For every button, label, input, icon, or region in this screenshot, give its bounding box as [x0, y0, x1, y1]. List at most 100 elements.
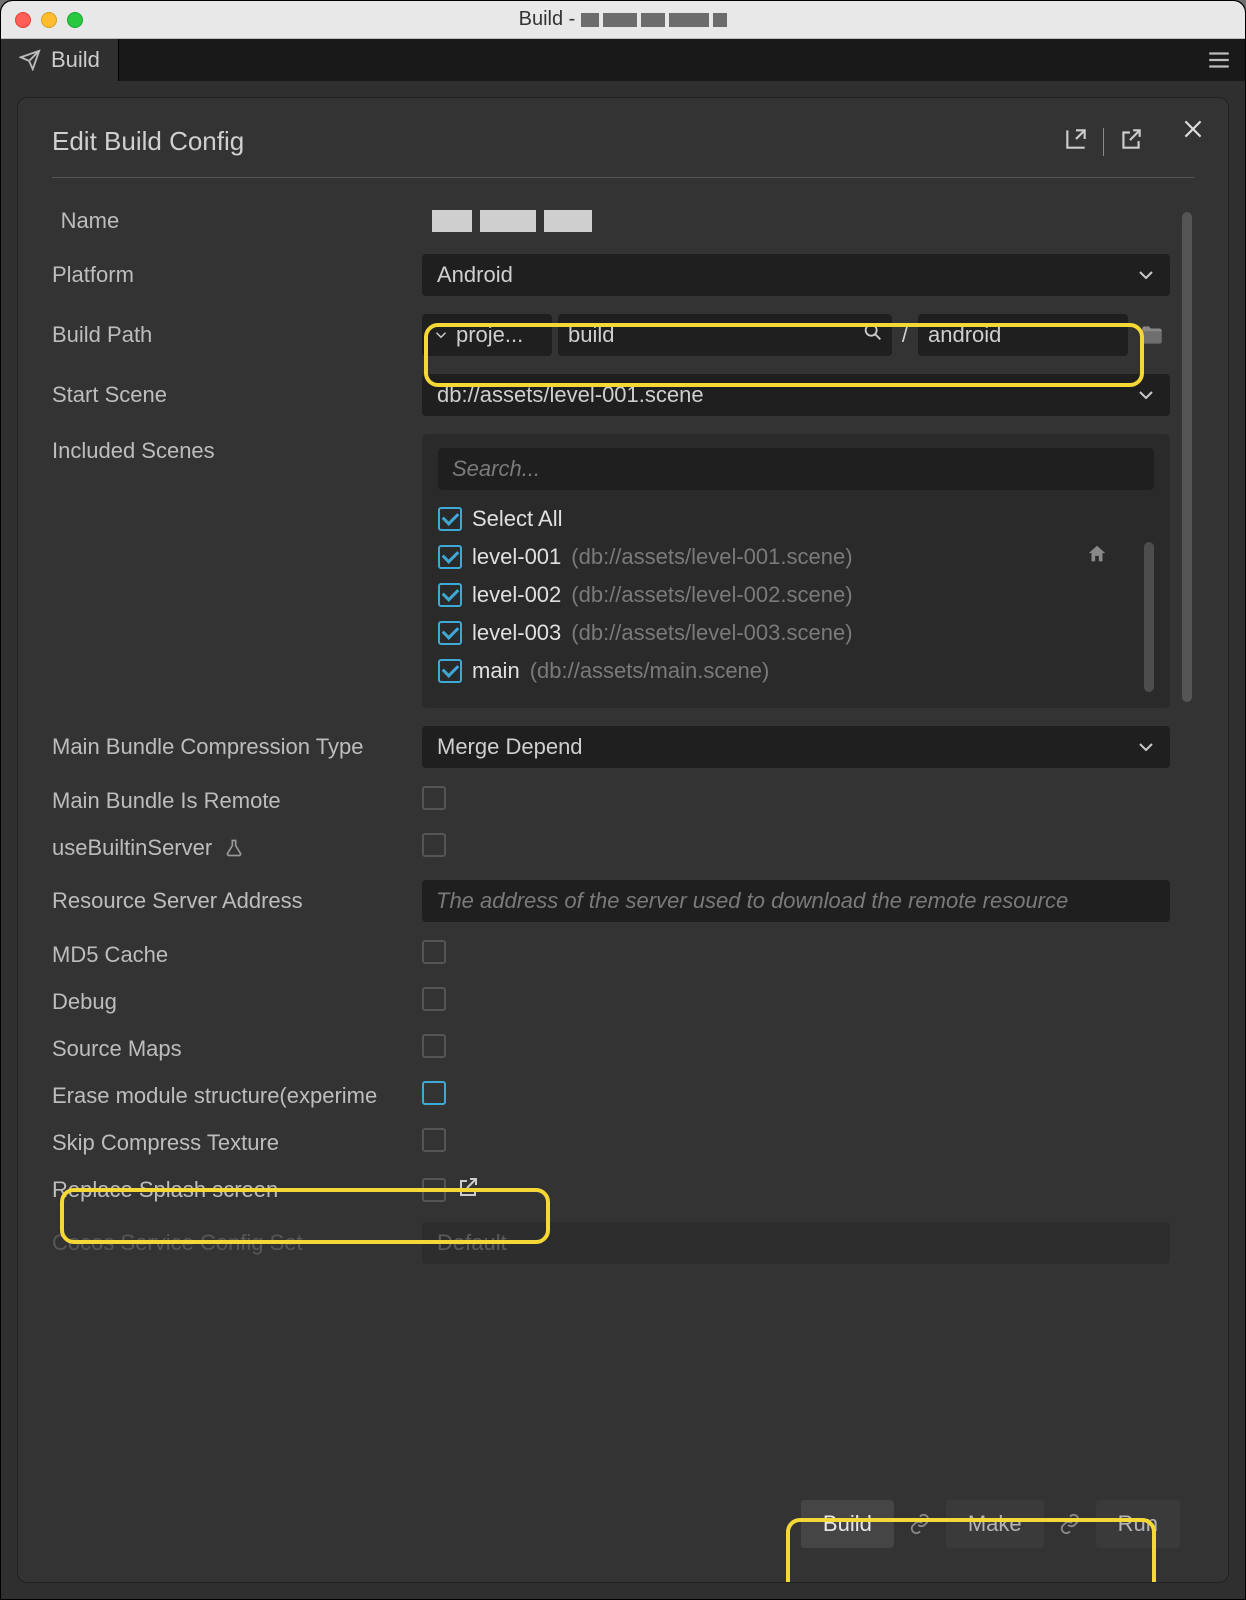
- scenes-list: level-001 (db://assets/level-001.scene) …: [438, 538, 1154, 690]
- field-name: [422, 210, 1170, 232]
- name-value-redacted[interactable]: [422, 210, 1170, 232]
- compression-control[interactable]: Merge Depend: [422, 726, 1170, 768]
- platform-select-control[interactable]: Android: [422, 254, 1170, 296]
- compression-select[interactable]: Merge Depend: [422, 726, 1170, 768]
- minimize-window-button[interactable]: [41, 12, 57, 28]
- run-button[interactable]: Run: [1096, 1500, 1180, 1548]
- card-footer: Build Make Run: [52, 1486, 1194, 1562]
- form-scrollbar[interactable]: [1182, 212, 1192, 702]
- open-splash-button[interactable]: [456, 1175, 480, 1204]
- row-start-scene: Start Scene db://assets/level-001.scene: [52, 374, 1170, 416]
- tab-build[interactable]: Build: [1, 39, 119, 81]
- scenes-scrollbar[interactable]: [1144, 542, 1154, 692]
- scenes-select-all[interactable]: Select All: [438, 500, 1154, 538]
- scene-path: (db://assets/level-003.scene): [571, 620, 852, 646]
- chain-icon-2[interactable]: [1056, 1510, 1084, 1538]
- resource-server-input[interactable]: [422, 880, 1170, 922]
- platform-value: Android: [437, 262, 513, 288]
- label-name: Name: [52, 208, 422, 234]
- scene-item[interactable]: level-002 (db://assets/level-002.scene): [438, 576, 1136, 614]
- label-start-scene: Start Scene: [52, 382, 422, 408]
- window-controls: [15, 12, 83, 28]
- card-header: Edit Build Config: [52, 126, 1194, 178]
- start-scene-select[interactable]: db://assets/level-001.scene: [422, 374, 1170, 416]
- external-link-icon: [456, 1175, 480, 1199]
- label-md5: MD5 Cache: [52, 942, 422, 968]
- start-scene-control[interactable]: db://assets/level-001.scene: [422, 374, 1170, 416]
- hamburger-icon: [1206, 47, 1232, 73]
- import-config-button[interactable]: [1063, 126, 1089, 157]
- home-scene-icon[interactable]: [1086, 543, 1108, 571]
- scene-checkbox[interactable]: [438, 659, 462, 683]
- open-folder-button[interactable]: [1134, 322, 1170, 348]
- search-path-button[interactable]: [862, 321, 884, 349]
- chain-icon-1[interactable]: [906, 1510, 934, 1538]
- scene-checkbox[interactable]: [438, 583, 462, 607]
- field-sourcemaps: [422, 1034, 1170, 1063]
- label-debug: Debug: [52, 989, 422, 1015]
- scene-item[interactable]: level-003 (db://assets/level-003.scene): [438, 614, 1136, 652]
- make-button[interactable]: Make: [946, 1500, 1044, 1548]
- start-scene-value: db://assets/level-001.scene: [437, 382, 704, 408]
- field-builtin-server: [422, 833, 1170, 862]
- tab-label: Build: [51, 47, 100, 73]
- select-all-label: Select All: [472, 506, 563, 532]
- field-build-path: proje... build / android: [422, 314, 1170, 356]
- row-md5: MD5 Cache: [52, 940, 1170, 969]
- window-title-prefix: Build -: [519, 8, 576, 31]
- cocos-service-select[interactable]: Default: [422, 1222, 1170, 1264]
- sourcemaps-checkbox[interactable]: [422, 1034, 446, 1058]
- build-path-base-select[interactable]: proje...: [422, 314, 552, 356]
- label-compression: Main Bundle Compression Type: [52, 734, 422, 760]
- label-remote: Main Bundle Is Remote: [52, 788, 422, 814]
- export-config-button[interactable]: [1118, 126, 1144, 157]
- row-platform: Platform Android: [52, 254, 1170, 296]
- build-path-input[interactable]: build: [558, 314, 892, 356]
- label-erase-module: Erase module structure(experime: [52, 1083, 422, 1109]
- label-sourcemaps: Source Maps: [52, 1036, 422, 1062]
- build-path-base: proje...: [456, 322, 523, 348]
- row-included-scenes: Included Scenes Select All le: [52, 434, 1170, 708]
- home-icon: [1086, 543, 1108, 565]
- cocos-service-control[interactable]: Default: [422, 1222, 1170, 1264]
- path-separator: /: [898, 322, 912, 348]
- link-icon: [1059, 1513, 1081, 1535]
- close-window-button[interactable]: [15, 12, 31, 28]
- app-window: Build - Build Edit Build Config: [0, 0, 1246, 1600]
- skip-compress-checkbox[interactable]: [422, 1128, 446, 1152]
- close-card-button[interactable]: [1180, 116, 1206, 147]
- form-area: Name Platform Android: [52, 208, 1194, 1486]
- scene-item[interactable]: level-001 (db://assets/level-001.scene): [438, 538, 1136, 576]
- build-path-segment-value: android: [928, 322, 1001, 348]
- select-all-checkbox[interactable]: [438, 507, 462, 531]
- build-button[interactable]: Build: [801, 1500, 894, 1548]
- folder-icon: [1139, 322, 1165, 348]
- build-config-card: Edit Build Config Name: [17, 97, 1229, 1583]
- row-remote: Main Bundle Is Remote: [52, 786, 1170, 815]
- field-included-scenes: Select All level-001 (db://assets/level-…: [422, 434, 1170, 708]
- import-icon: [1063, 126, 1089, 152]
- label-cocos-service: Cocos Service Config Set: [52, 1230, 422, 1256]
- builtin-server-checkbox[interactable]: [422, 833, 446, 857]
- scene-path: (db://assets/level-001.scene): [571, 544, 852, 570]
- scenes-search-input[interactable]: [438, 448, 1154, 490]
- scene-item[interactable]: main (db://assets/main.scene): [438, 652, 1136, 690]
- window-title-redacted: [581, 13, 727, 27]
- replace-splash-checkbox[interactable]: [422, 1178, 446, 1202]
- scene-name: level-001: [472, 544, 561, 570]
- scene-checkbox[interactable]: [438, 621, 462, 645]
- search-icon: [862, 321, 884, 343]
- menu-button[interactable]: [1203, 44, 1235, 76]
- build-path-segment[interactable]: android: [918, 314, 1128, 356]
- row-builtin-server: useBuiltinServer: [52, 833, 1170, 862]
- field-debug: [422, 987, 1170, 1016]
- scene-checkbox[interactable]: [438, 545, 462, 569]
- maximize-window-button[interactable]: [67, 12, 83, 28]
- debug-checkbox[interactable]: [422, 987, 446, 1011]
- row-erase-module: Erase module structure(experime: [52, 1081, 1170, 1110]
- compression-value: Merge Depend: [437, 734, 583, 760]
- remote-checkbox[interactable]: [422, 786, 446, 810]
- md5-checkbox[interactable]: [422, 940, 446, 964]
- platform-select[interactable]: Android: [422, 254, 1170, 296]
- erase-module-checkbox[interactable]: [422, 1081, 446, 1105]
